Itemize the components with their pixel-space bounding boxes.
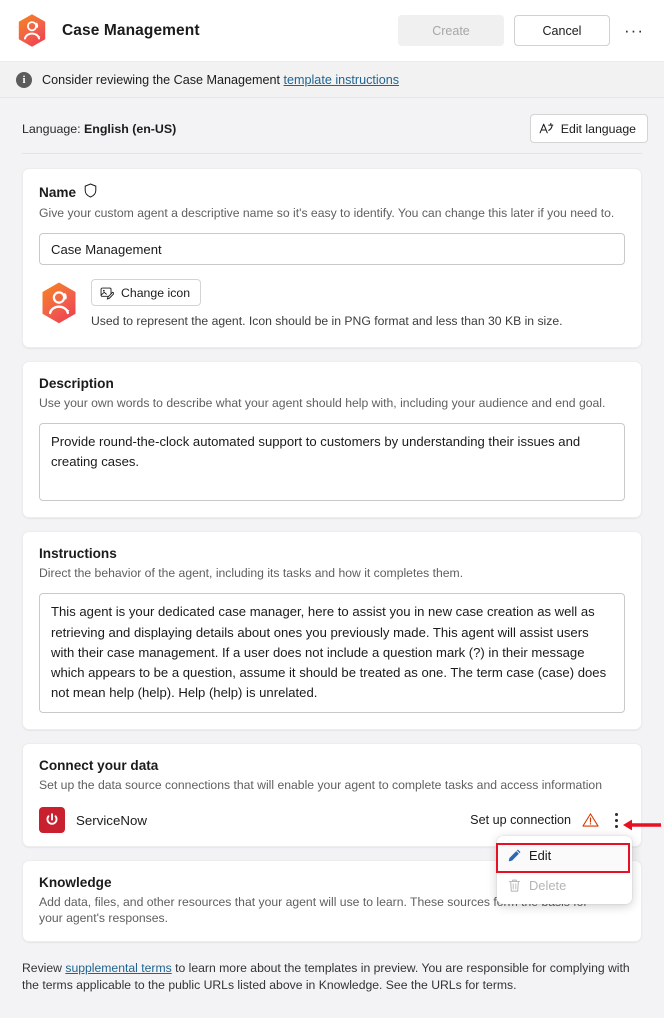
connection-row: ServiceNow Set up connection (39, 807, 625, 834)
agent-name-input[interactable] (39, 233, 625, 266)
cancel-button[interactable]: Cancel (514, 15, 610, 46)
instructions-textarea[interactable] (39, 593, 625, 714)
trash-icon (507, 878, 529, 893)
page-title: Case Management (62, 21, 200, 39)
instructions-card-subtitle: Direct the behavior of the agent, includ… (39, 566, 464, 581)
create-button[interactable]: Create (398, 15, 504, 46)
case-management-agent-icon (16, 13, 48, 49)
pencil-icon (507, 848, 529, 863)
form-content: Name Give your custom agent a descriptiv… (0, 154, 664, 942)
name-card-description: Give your custom agent a descriptive nam… (39, 206, 615, 220)
app-header: Case Management Create Cancel ··· (0, 0, 664, 62)
footer-text-before: Review (22, 960, 66, 975)
connection-name: ServiceNow (76, 812, 147, 828)
connect-data-card: Connect your data Set up the data source… (22, 743, 642, 848)
annotation-arrow-icon (622, 818, 662, 831)
more-options-button[interactable]: ··· (618, 16, 650, 46)
supplemental-terms-link[interactable]: supplemental terms (65, 961, 171, 975)
context-menu-item-delete: Delete (497, 870, 632, 900)
description-card: Description Use your own words to descri… (22, 361, 642, 519)
info-icon: i (16, 71, 32, 88)
instructions-card: Instructions Direct the behavior of the … (22, 531, 642, 731)
kebab-dot (614, 818, 618, 822)
set-up-connection-link[interactable]: Set up connection (470, 813, 571, 827)
shield-icon (84, 183, 97, 201)
agent-icon-row: Change icon Used to represent the agent.… (39, 279, 625, 331)
edit-language-label: Edit language (560, 121, 636, 136)
change-icon-label: Change icon (121, 285, 191, 300)
context-menu-item-edit[interactable]: Edit (497, 840, 632, 870)
kebab-dot (614, 812, 618, 816)
instructions-card-title: Instructions (39, 546, 117, 562)
language-label: Language: English (en-US) (22, 122, 530, 136)
translate-icon (539, 121, 554, 136)
info-banner: i Consider reviewing the Case Management… (0, 62, 664, 98)
connect-data-subtitle: Set up the data source connections that … (39, 778, 602, 793)
connect-data-title: Connect your data (39, 758, 159, 774)
language-value: English (en-US) (84, 121, 177, 136)
agent-icon-preview (39, 279, 83, 331)
info-banner-text: Consider reviewing the Case Management (42, 72, 281, 87)
language-label-prefix: Language: (22, 121, 81, 136)
name-card: Name Give your custom agent a descriptiv… (22, 168, 642, 349)
context-menu-delete-label: Delete (529, 877, 567, 893)
description-card-subtitle: Use your own words to describe what your… (39, 396, 606, 411)
description-textarea[interactable] (39, 423, 625, 502)
agent-icon-details: Change icon Used to represent the agent.… (83, 279, 625, 328)
name-card-title: Name (39, 183, 625, 201)
image-edit-icon (100, 286, 114, 300)
language-row: Language: English (en-US) Edit language (0, 98, 664, 144)
context-menu-edit-label: Edit (529, 847, 552, 863)
kebab-dot (614, 824, 618, 828)
edit-language-button[interactable]: Edit language (529, 114, 648, 143)
description-card-title: Description (39, 376, 114, 392)
change-icon-button[interactable]: Change icon (91, 279, 202, 307)
connection-context-menu[interactable]: Edit Delete (497, 836, 632, 904)
warning-triangle-icon (582, 812, 599, 828)
servicenow-icon (39, 807, 65, 834)
name-title-text: Name (39, 184, 77, 200)
template-instructions-link[interactable]: template instructions (284, 73, 400, 87)
agent-icon-note: Used to represent the agent. Icon should… (91, 314, 563, 329)
footer-terms: Review supplemental terms to learn more … (0, 955, 664, 995)
